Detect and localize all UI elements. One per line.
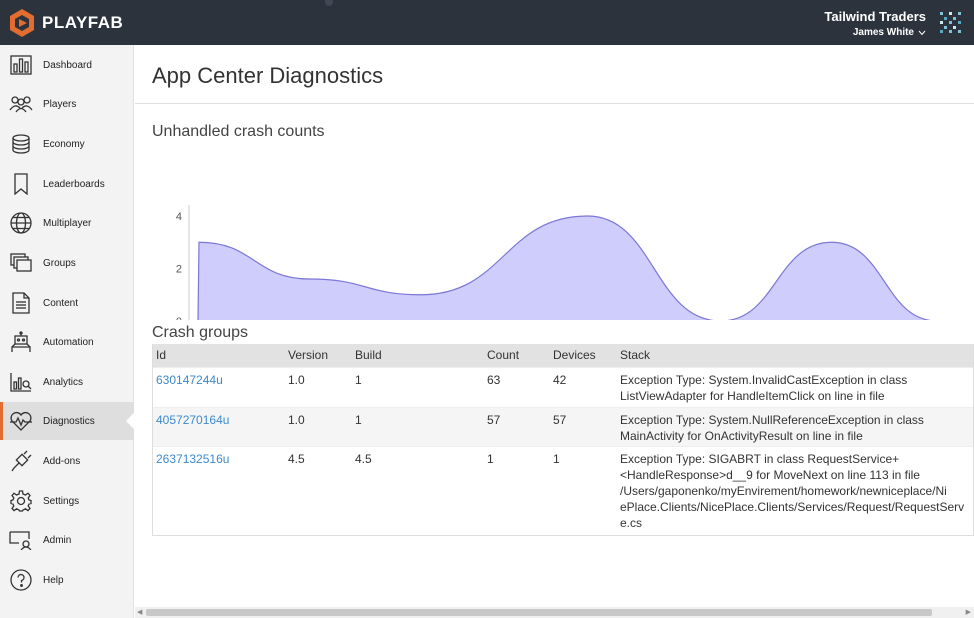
admin-icon [8,527,34,553]
y-tick-label: 2 [176,264,182,276]
sidebar-item-settings[interactable]: Settings [0,482,134,520]
sidebar-item-label: Analytics [43,376,84,388]
count-cell: 1 [487,452,494,466]
sidebar-item-label: Add-ons [43,455,81,467]
studio-name[interactable]: Tailwind Traders [824,9,926,24]
top-bar: PLAYFAB Tailwind Traders James White [0,0,974,45]
table-header: Id Version Build Count Devices Stack [153,344,973,367]
stack-cell: Exception Type: System.InvalidCastExcept… [620,373,908,403]
studio-switcher-icon[interactable] [938,10,964,36]
sidebar-item-help[interactable]: Help [0,561,134,599]
scrollbar-thumb[interactable] [146,609,932,616]
players-icon [8,91,34,117]
crash-group-id-link[interactable]: 4057270164u [156,412,229,428]
globe-icon [8,210,34,236]
sidebar-item-leaderboards[interactable]: Leaderboards [0,165,134,203]
main-content: App Center Diagnostics Unhandled crash c… [135,45,974,618]
content-icon [8,290,34,316]
sidebar-item-label: Help [43,574,64,586]
version-cell: 1.0 [288,413,305,427]
chevron-down-icon [918,30,926,35]
version-cell: 4.5 [288,452,305,466]
crash-group-id-link[interactable]: 630147244u [156,372,223,388]
sidebar-item-diagnostics[interactable]: Diagnostics [0,402,135,440]
sidebar-item-label: Content [43,297,79,309]
crash-count-chart: Feb 20Feb 21Feb 22Feb 23Feb 24Feb 25Feb … [176,205,934,320]
groups-icon [8,250,34,276]
sidebar-item-dashboard[interactable]: Dashboard [0,46,134,84]
crash-area-series [197,215,934,320]
user-name: James White [852,27,914,38]
title-divider [135,103,974,104]
column-header-build[interactable]: Build [355,348,382,362]
table-row[interactable]: 630147244u 1.0 1 63 42 Exception Type: S… [153,367,973,407]
column-header-id[interactable]: Id [156,348,166,362]
count-cell: 63 [487,373,501,387]
sidebar-item-multiplayer[interactable]: Multiplayer [0,204,134,242]
y-tick-label: 4 [176,211,182,223]
leaderboards-icon [8,171,34,197]
column-header-count[interactable]: Count [487,348,519,362]
column-header-devices[interactable]: Devices [553,348,596,362]
sidebar-item-label: Dashboard [43,59,92,71]
crash-group-id-link[interactable]: 2637132516u [156,451,229,467]
devices-cell: 57 [553,413,567,427]
sidebar-item-label: Players [43,98,77,110]
analytics-icon [8,369,34,395]
crash-groups-table: Id Version Build Count Devices Stack 630… [152,344,974,536]
devices-cell: 1 [553,452,560,466]
stack-cell: Exception Type: SIGABRT in class Request… [620,452,965,530]
sidebar-item-label: Economy [43,138,85,150]
top-indicator [325,0,333,6]
chart-title: Unhandled crash counts [152,123,325,140]
sidebar-item-label: Groups [43,257,76,269]
sidebar-item-label: Multiplayer [43,217,92,229]
sidebar-item-add-ons[interactable]: Add-ons [0,442,134,480]
count-cell: 57 [487,413,501,427]
sidebar-item-label: Diagnostics [43,415,95,427]
sidebar-item-groups[interactable]: Groups [0,244,134,282]
sidebar-item-label: Settings [43,495,80,507]
horizontal-scrollbar[interactable]: ◀ ▶ [135,607,974,618]
sidebar-item-label: Automation [43,336,94,348]
sidebar-item-label: Admin [43,534,72,546]
table-row[interactable]: 4057270164u 1.0 1 57 57 Exception Type: … [153,407,973,446]
dashboard-icon [8,52,34,78]
build-cell: 4.5 [355,452,372,466]
page-title: App Center Diagnostics [152,63,384,88]
gear-icon [8,488,34,514]
column-header-version[interactable]: Version [288,348,328,362]
table-row[interactable]: 2637132516u 4.5 4.5 1 1 Exception Type: … [153,446,973,535]
robot-icon [8,329,34,355]
brand-name: PLAYFAB [42,13,124,32]
build-cell: 1 [355,413,362,427]
help-icon [8,567,34,593]
column-header-stack[interactable]: Stack [620,348,650,362]
economy-icon [8,131,34,157]
sidebar-item-content[interactable]: Content [0,284,134,322]
sidebar-item-analytics[interactable]: Analytics [0,363,134,401]
build-cell: 1 [355,373,362,387]
sidebar-item-economy[interactable]: Economy [0,125,134,163]
sidebar-item-players[interactable]: Players [0,85,134,123]
playfab-logo-icon [10,9,34,37]
version-cell: 1.0 [288,373,305,387]
playfab-logo[interactable]: PLAYFAB [8,8,123,38]
sidebar-item-automation[interactable]: Automation [0,323,134,361]
stack-cell: Exception Type: System.NullReferenceExce… [620,413,924,443]
heartbeat-icon [8,408,34,434]
sidebar-item-admin[interactable]: Admin [0,521,134,559]
user-menu[interactable]: James White [853,27,926,38]
y-tick-label: 0 [176,316,182,320]
table-title: Crash groups [152,324,249,341]
sidebar: Dashboard Players Economy Leaderboards M… [0,45,135,618]
sidebar-item-label: Leaderboards [43,178,105,190]
scroll-right-arrow-icon[interactable]: ▶ [966,608,971,616]
devices-cell: 42 [553,373,567,387]
scroll-left-arrow-icon[interactable]: ◀ [137,608,142,616]
plug-icon [8,448,34,474]
